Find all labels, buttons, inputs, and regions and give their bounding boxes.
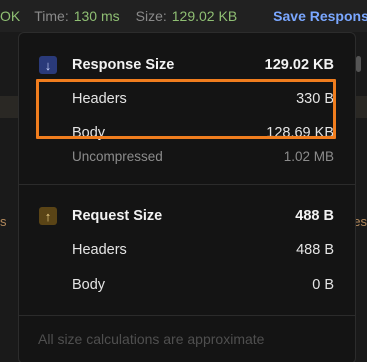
footer-divider bbox=[19, 315, 355, 316]
size-value[interactable]: 129.02 KB bbox=[172, 8, 237, 24]
time-label: Time: bbox=[34, 8, 69, 24]
response-uncompressed-row: Uncompressed 1.02 MB bbox=[19, 146, 355, 166]
request-headers-row: Headers 488 B bbox=[19, 240, 355, 260]
footer-note: All size calculations are approximate bbox=[38, 331, 265, 347]
size-label: Size: bbox=[135, 8, 167, 24]
time-value: 130 ms bbox=[73, 8, 120, 24]
status-ok: OK bbox=[0, 8, 21, 24]
app-root: OK Time: 130 ms Size: 129.02 KB Save Res… bbox=[0, 0, 367, 362]
request-body-row: Body 0 B bbox=[19, 275, 355, 295]
request-size-total: 488 B bbox=[295, 208, 334, 224]
request-body-label: Body bbox=[72, 277, 106, 293]
request-size-row: Request Size 488 B bbox=[19, 206, 355, 226]
response-size-title: Response Size bbox=[72, 57, 175, 73]
background-text-left: s bbox=[0, 214, 7, 229]
request-headers-label: Headers bbox=[72, 242, 127, 258]
save-response-button[interactable]: Save Respons bbox=[273, 8, 367, 24]
request-size-title: Request Size bbox=[72, 208, 163, 224]
section-divider bbox=[19, 184, 355, 185]
scrollbar-thumb[interactable] bbox=[356, 56, 361, 72]
request-headers-value: 488 B bbox=[296, 242, 334, 258]
uncompressed-value: 1.02 MB bbox=[283, 148, 334, 164]
uncompressed-label: Uncompressed bbox=[72, 148, 163, 164]
response-status-bar: OK Time: 130 ms Size: 129.02 KB Save Res… bbox=[0, 0, 367, 32]
response-size-row: Response Size 129.02 KB bbox=[19, 55, 355, 75]
response-size-total: 129.02 KB bbox=[264, 57, 334, 73]
request-body-value: 0 B bbox=[312, 277, 334, 293]
body-highlight-box bbox=[36, 79, 336, 139]
